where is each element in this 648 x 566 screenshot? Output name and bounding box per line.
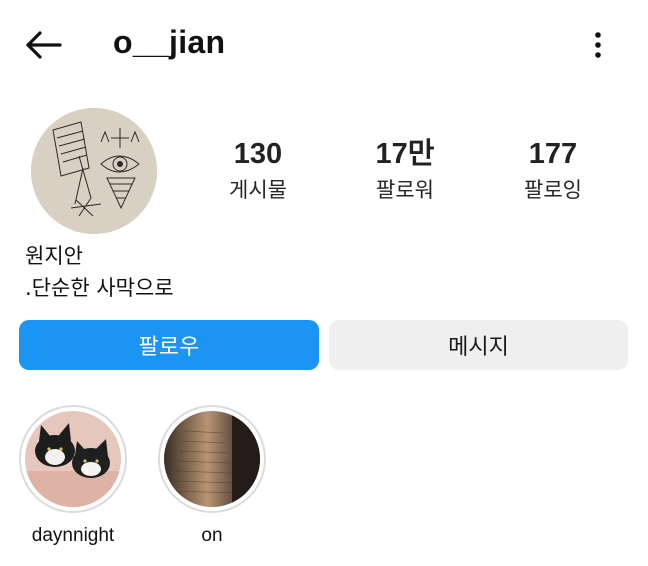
posts-label: 게시물 (229, 178, 287, 202)
highlight-ring (158, 405, 266, 513)
profile-full-name: 원지안 (25, 244, 83, 268)
followers-count: 17만 (375, 138, 435, 170)
followers-label: 팔로워 (376, 178, 434, 202)
arrow-left-icon (26, 31, 62, 59)
follow-button[interactable]: 팔로우 (19, 320, 319, 370)
posts-stat[interactable]: 130 게시물 (198, 136, 318, 204)
highlight-ring (19, 405, 127, 513)
profile-avatar[interactable] (31, 108, 157, 234)
followers-stat[interactable]: 17만 팔로워 (345, 136, 465, 204)
highlight-label: on (201, 525, 223, 546)
profile-header: o__jian (0, 0, 648, 90)
message-button[interactable]: 메시지 (329, 320, 628, 370)
following-label: 팔로잉 (524, 178, 582, 202)
more-vertical-icon (595, 32, 601, 58)
posts-count: 130 (233, 138, 283, 170)
highlight-cover-image (164, 411, 260, 507)
profile-bio: .단순한 사막으로 (25, 276, 174, 300)
avatar-drawing (31, 108, 157, 234)
following-stat[interactable]: 177 팔로잉 (493, 136, 613, 204)
highlight-cover-image (25, 411, 121, 507)
highlight-on[interactable]: on (152, 405, 272, 547)
profile-username: o__jian (113, 24, 226, 60)
following-count: 177 (528, 138, 578, 170)
back-button[interactable] (20, 26, 66, 64)
highlight-daynnight[interactable]: daynnight (13, 405, 133, 547)
highlight-label: daynnight (31, 525, 115, 546)
more-options-button[interactable] (582, 26, 614, 64)
